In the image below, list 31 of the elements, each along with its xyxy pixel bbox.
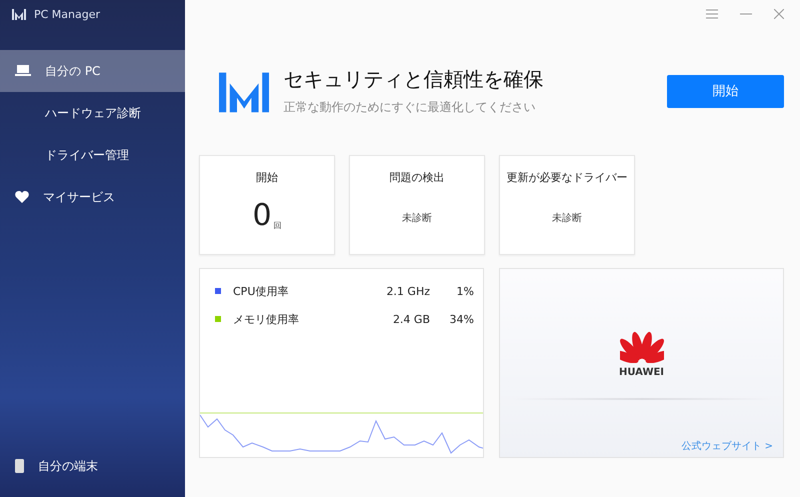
- nav-item[interactable]: 自分の PC: [0, 50, 185, 92]
- brand-name: HUAWEI: [618, 367, 664, 378]
- phone-icon: [15, 459, 24, 473]
- petal-logo-icon: [620, 329, 664, 363]
- app-title: PC Manager: [34, 8, 100, 20]
- legend-label: CPU使用率: [233, 284, 290, 298]
- stat-status: 未診断: [552, 212, 582, 225]
- legend-detail: 2.1 GHz: [385, 284, 430, 298]
- heart-icon: [15, 191, 29, 203]
- hero-title: セキュリティと信頼性を確保: [283, 66, 544, 93]
- legend-percent: 34%: [448, 312, 474, 326]
- menu-icon[interactable]: [706, 9, 718, 19]
- device-nav-item[interactable]: 自分の端末: [0, 445, 185, 487]
- hero-subtitle: 正常な動作のためにすぐに最適化してください: [283, 99, 536, 116]
- stat-title: 更新が必要なドライバー: [506, 170, 628, 185]
- nav-subitem[interactable]: ドライバー管理: [0, 134, 185, 176]
- legend-label: メモリ使用率: [233, 312, 300, 326]
- stat-value: 0: [252, 201, 272, 231]
- nav-subitem[interactable]: ハードウェア診断: [0, 92, 185, 134]
- app-logo-icon: [12, 8, 26, 20]
- laptop-icon: [15, 65, 31, 77]
- legend-percent: 1%: [456, 284, 474, 298]
- legend-detail: 2.4 GB: [392, 312, 430, 326]
- stat-title: 開始: [256, 170, 278, 185]
- minimize-icon[interactable]: [740, 13, 752, 15]
- nav-item[interactable]: マイサービス: [0, 176, 185, 218]
- stat-title: 問題の検出: [390, 170, 444, 185]
- stat-status: 未診断: [402, 212, 432, 225]
- close-icon[interactable]: [774, 9, 784, 19]
- stat-unit: 回: [274, 220, 282, 231]
- start-button[interactable]: 開始: [667, 74, 784, 108]
